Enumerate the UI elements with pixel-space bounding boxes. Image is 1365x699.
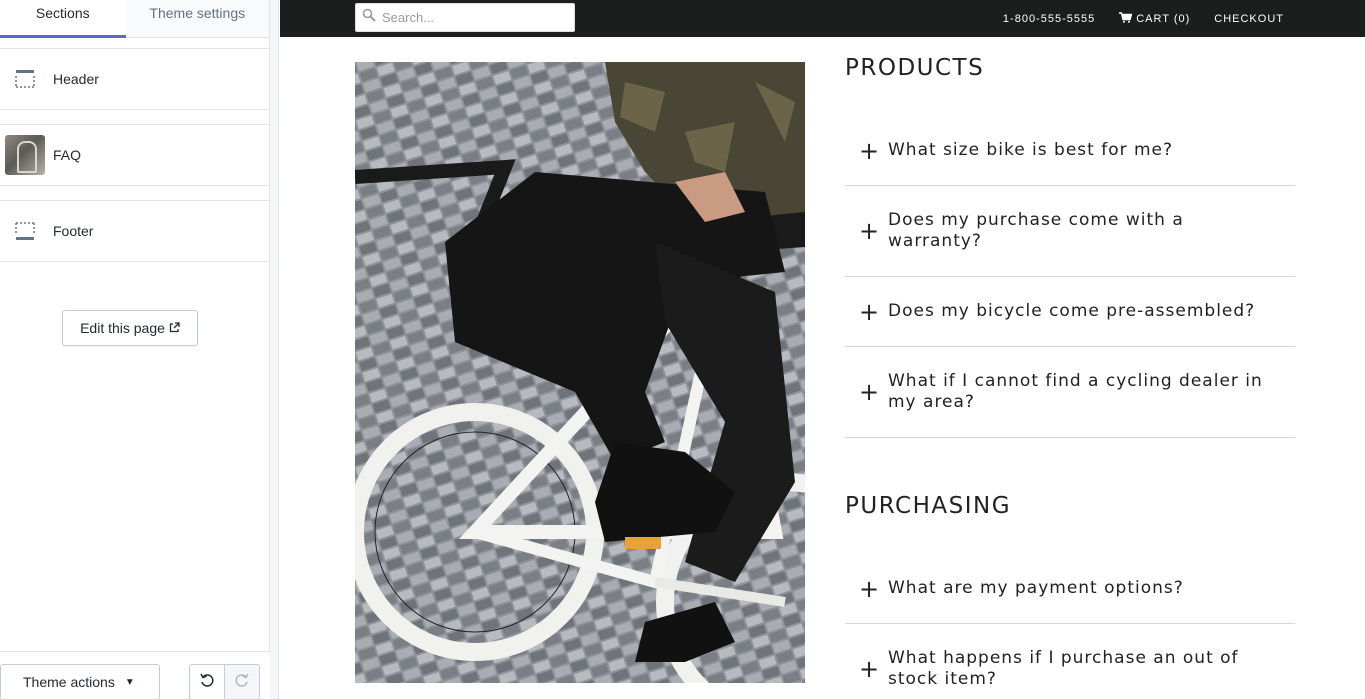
- faq-question-text: Does my purchase come with a warranty?: [888, 210, 1184, 251]
- plus-icon: +: [859, 574, 880, 603]
- faq-group-products: PRODUCTS + What size bike is best for me…: [845, 55, 1295, 438]
- phone-link[interactable]: 1-800-555-5555: [1003, 13, 1095, 25]
- undo-icon: [199, 672, 215, 693]
- faq-hero-image: [355, 62, 805, 683]
- theme-actions-button[interactable]: Theme actions ▼: [0, 664, 160, 699]
- store-top-bar: 1-800-555-5555 CART (0) CHECKOUT: [280, 0, 1365, 37]
- store-top-nav: 1-800-555-5555 CART (0) CHECKOUT: [1003, 0, 1284, 37]
- cart-label: CART (0): [1136, 12, 1191, 25]
- header-layout-icon: [0, 59, 50, 99]
- faq-question[interactable]: + Does my purchase come with a warranty?: [845, 186, 1295, 277]
- faq-heading: PURCHASING: [845, 493, 1012, 519]
- plus-icon: +: [859, 297, 880, 326]
- sidebar-tabs: Sections Theme settings: [0, 0, 269, 38]
- faq-question-text: Does my bicycle come pre-assembled?: [888, 301, 1256, 321]
- undo-button[interactable]: [189, 664, 225, 699]
- section-item-header[interactable]: Header: [0, 48, 269, 110]
- section-label: FAQ: [53, 147, 82, 163]
- faq-question-text: What size bike is best for me?: [888, 140, 1174, 160]
- resize-gutter[interactable]: [270, 0, 279, 699]
- faq-question-text: What happens if I purchase an out of sto…: [888, 648, 1239, 689]
- faq-heading: PRODUCTS: [845, 55, 985, 81]
- checkout-link[interactable]: CHECKOUT: [1214, 13, 1284, 25]
- faq-group-purchasing: PURCHASING + What are my payment options…: [845, 493, 1295, 699]
- search-input[interactable]: [382, 10, 562, 25]
- section-label: Footer: [53, 223, 94, 239]
- caret-down-icon: ▼: [124, 676, 135, 688]
- edit-page-button[interactable]: Edit this page: [62, 310, 198, 346]
- faq-question[interactable]: + What are my payment options?: [845, 554, 1295, 624]
- search-icon: [362, 8, 376, 27]
- faq-question[interactable]: + What if I cannot find a cycling dealer…: [845, 347, 1295, 438]
- store-preview: 1-800-555-5555 CART (0) CHECKOUT: [280, 0, 1365, 699]
- theme-editor: Sections Theme settings Header FAQ Foote…: [0, 0, 1365, 699]
- section-label: Header: [53, 71, 99, 87]
- section-item-faq[interactable]: FAQ: [0, 124, 269, 186]
- redo-button[interactable]: [224, 664, 260, 699]
- plus-icon: +: [859, 655, 880, 683]
- redo-icon: [234, 672, 250, 693]
- plus-icon: +: [859, 378, 880, 406]
- editor-sidebar: Sections Theme settings Header FAQ Foote…: [0, 0, 270, 699]
- tab-sections[interactable]: Sections: [0, 0, 126, 38]
- faq-list: PRODUCTS + What size bike is best for me…: [845, 55, 1295, 699]
- plus-icon: +: [859, 136, 880, 165]
- cart-link[interactable]: CART (0): [1119, 11, 1191, 26]
- faq-question-text: What are my payment options?: [888, 578, 1184, 598]
- bicycle-thumbnail: [5, 135, 45, 175]
- tab-theme-settings[interactable]: Theme settings: [126, 0, 269, 38]
- edit-page-label: Edit this page: [80, 320, 165, 336]
- section-list: Header FAQ Footer: [0, 48, 269, 262]
- faq-question[interactable]: + Does my bicycle come pre-assembled?: [845, 277, 1295, 347]
- cart-icon: [1119, 11, 1133, 26]
- footer-layout-icon: [0, 211, 50, 251]
- external-link-icon: [169, 320, 180, 336]
- search-box[interactable]: [355, 3, 575, 32]
- faq-question-text: What if I cannot find a cycling dealer i…: [888, 371, 1263, 412]
- section-item-footer[interactable]: Footer: [0, 200, 269, 262]
- faq-question[interactable]: + What size bike is best for me?: [845, 116, 1295, 186]
- sidebar-footer-bar: Theme actions ▼: [0, 651, 270, 699]
- theme-actions-label: Theme actions: [23, 674, 115, 690]
- faq-question[interactable]: + What happens if I purchase an out of s…: [845, 624, 1295, 699]
- plus-icon: +: [859, 217, 880, 245]
